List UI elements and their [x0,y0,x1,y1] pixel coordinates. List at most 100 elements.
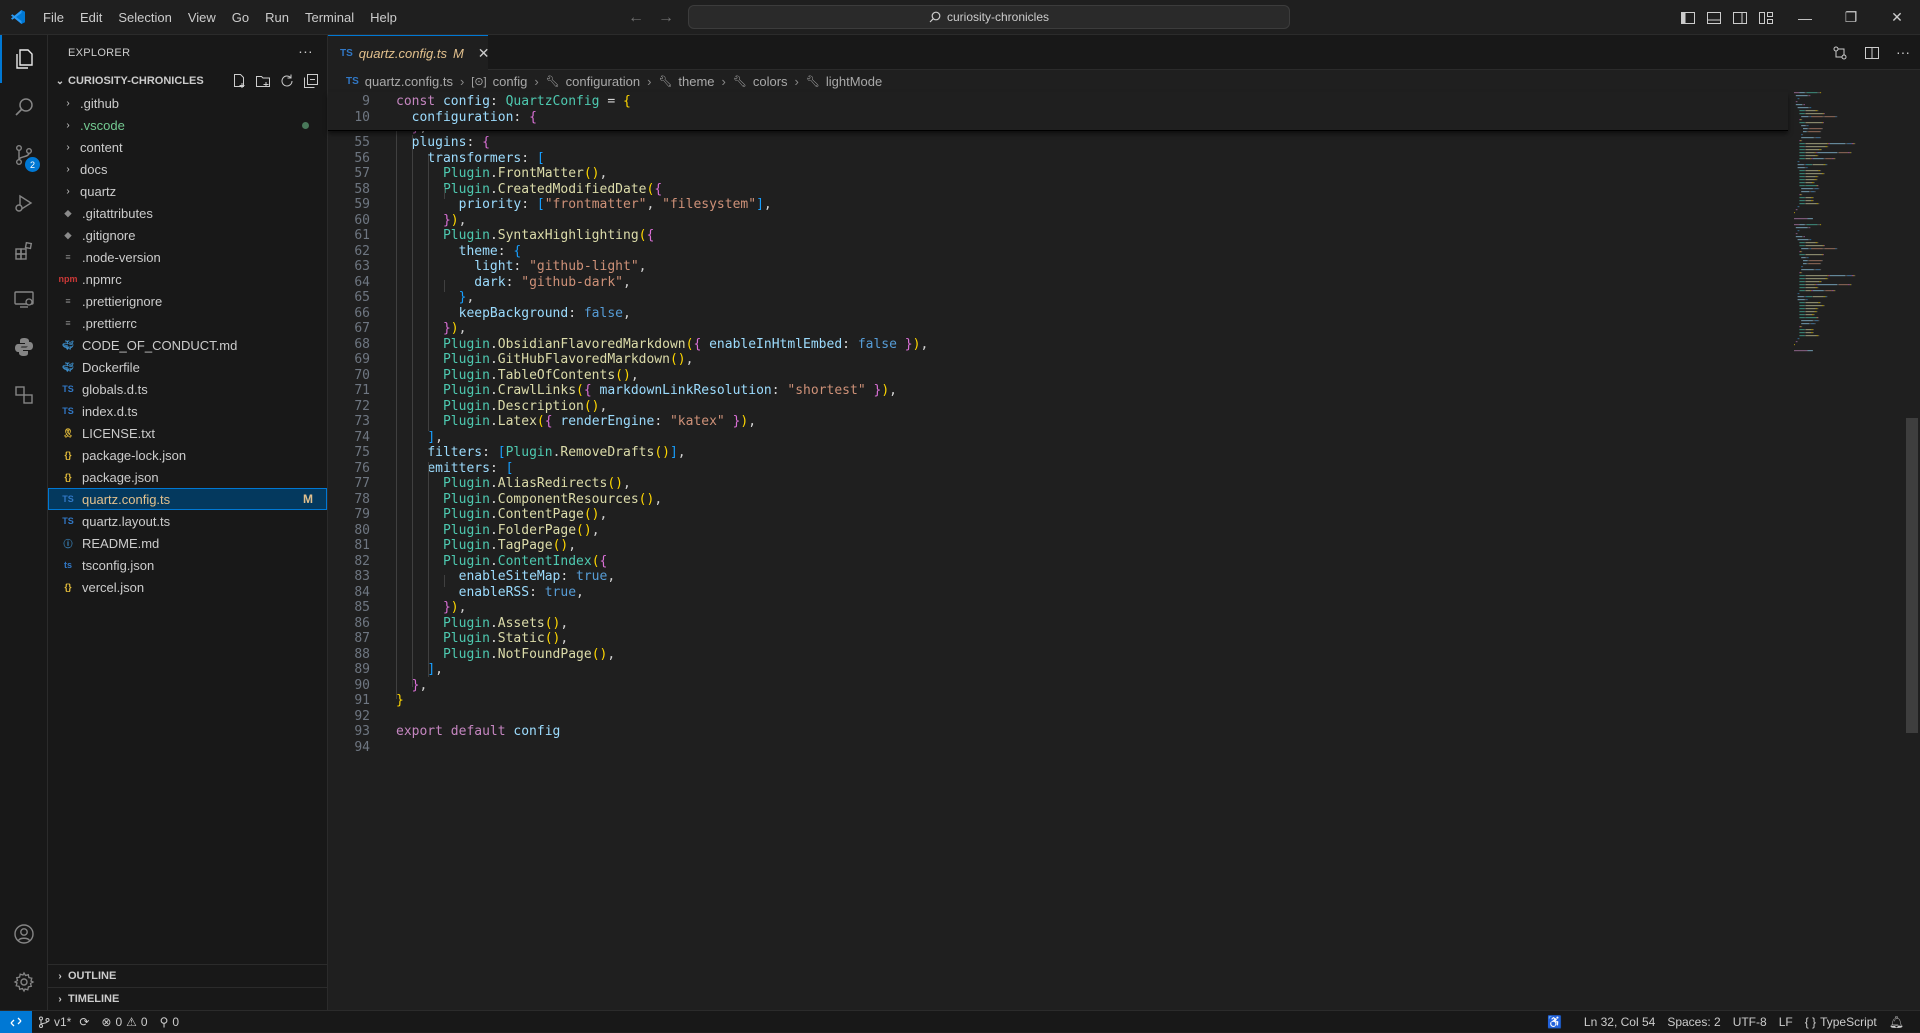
branch-indicator[interactable]: v1* ⟳ [32,1015,95,1029]
breadcrumb-item[interactable]: quartz.config.ts [365,74,453,89]
containers-icon[interactable] [0,371,48,419]
folder-item[interactable]: › .github [48,92,327,114]
folder-item[interactable]: › quartz [48,180,327,202]
file-item[interactable]: {} package.json [48,466,327,488]
file-item[interactable]: ≡ .prettierignore [48,290,327,312]
remote-indicator[interactable] [0,1010,32,1033]
accessibility-icon[interactable]: ♿ [1541,1015,1568,1029]
menu-item-run[interactable]: Run [257,0,297,35]
file-item[interactable]: {} vercel.json [48,576,327,598]
toggle-panel-icon[interactable] [1706,10,1722,26]
workspace-folder-header[interactable]: ⌄ CURIOSITY-CHRONICLES [48,70,327,92]
file-item[interactable]: ⓘ README.md [48,532,327,554]
more-actions-icon[interactable]: ··· [1896,45,1912,61]
file-item[interactable]: 🐳︎ Dockerfile [48,356,327,378]
file-item[interactable]: 🐳︎ CODE_OF_CONDUCT.md [48,334,327,356]
split-editor-icon[interactable] [1864,45,1880,61]
menu-item-view[interactable]: View [180,0,224,35]
sticky-scroll[interactable]: 9 const config: QuartzConfig = {10 config… [328,92,1788,131]
file-item[interactable]: ≡ .prettierrc [48,312,327,334]
timeline-title: TIMELINE [68,993,120,1005]
problems-indicator[interactable]: ⊗ 0 ⚠ 0 [95,1015,153,1029]
editor-tabs: TS quartz.config.ts M ✕ ··· [328,35,1920,70]
toggle-primary-sidebar-icon[interactable] [1680,10,1696,26]
notifications-bell-icon[interactable]: 🔔︎ [1883,1015,1910,1029]
file-item[interactable]: 🎗︎ LICENSE.txt [48,422,327,444]
folder-item[interactable]: › .vscode [48,114,327,136]
indent-guide [396,104,397,699]
file-item[interactable]: npm .npmrc [48,268,327,290]
command-center-search[interactable]: curiosity-chronicles [688,5,1290,29]
cursor-position[interactable]: Ln 32, Col 54 [1578,1015,1661,1029]
variable-icon: [⊙] [471,75,487,88]
close-window-icon[interactable]: ✕ [1874,0,1920,35]
file-item[interactable]: ◆ .gitignore [48,224,327,246]
file-item[interactable]: TS quartz.config.ts M [48,488,327,510]
line-number: 94 [354,739,370,755]
end-of-line[interactable]: LF [1773,1015,1799,1029]
git-file-icon: ◆ [64,207,72,218]
new-folder-icon[interactable] [255,73,271,89]
more-actions-icon[interactable]: ··· [298,43,313,59]
file-item[interactable]: TS globals.d.ts [48,378,327,400]
refresh-icon[interactable] [279,73,295,89]
menu-item-terminal[interactable]: Terminal [297,0,362,35]
file-item[interactable]: TS index.d.ts [48,400,327,422]
accounts-icon[interactable] [0,910,48,958]
typescript-file-icon: TS [340,47,353,59]
settings-gear-icon[interactable] [0,958,48,1006]
menu-item-edit[interactable]: Edit [72,0,110,35]
menu-item-go[interactable]: Go [224,0,257,35]
menu-item-help[interactable]: Help [362,0,405,35]
customize-layout-icon[interactable] [1758,10,1774,26]
sync-icon[interactable]: ⟳ [79,1015,89,1029]
timeline-section[interactable]: › TIMELINE [48,987,327,1010]
breadcrumb-item[interactable]: theme [678,74,714,89]
code-editor[interactable]: 9 const config: QuartzConfig = {10 config… [328,92,1788,1010]
toggle-secondary-sidebar-icon[interactable] [1732,10,1748,26]
file-item[interactable]: {} package-lock.json [48,444,327,466]
search-icon[interactable] [0,83,48,131]
breadcrumb-item[interactable]: colors [753,74,788,89]
menu-item-selection[interactable]: Selection [110,0,179,35]
editor-actions: ··· [1832,35,1912,70]
remote-explorer-icon[interactable] [0,275,48,323]
file-item[interactable]: ≡ .node-version [48,246,327,268]
encoding[interactable]: UTF-8 [1727,1015,1773,1029]
forward-arrow-icon[interactable]: → [658,9,674,27]
minimize-icon[interactable]: — [1782,0,1828,35]
outline-section[interactable]: › OUTLINE [48,964,327,987]
breadcrumb-item[interactable]: lightMode [826,74,882,89]
tab-quartz-config[interactable]: TS quartz.config.ts M ✕ [328,35,490,70]
new-file-icon[interactable] [231,73,247,89]
file-name: .prettierrc [82,315,137,331]
minimap[interactable] [1790,92,1908,1010]
explorer-icon[interactable] [0,35,48,83]
python-icon[interactable] [0,323,48,371]
extensions-icon[interactable] [0,227,48,275]
activity-bar: 2 [0,35,48,1010]
ports-indicator[interactable]: ⚲ 0 [154,1015,185,1029]
file-item[interactable]: ts tsconfig.json [48,554,327,576]
file-name: quartz.config.ts [82,491,171,507]
breadcrumb-item[interactable]: configuration [566,74,640,89]
folder-item[interactable]: › content [48,136,327,158]
breadcrumb-item[interactable]: config [493,74,528,89]
folder-item[interactable]: › docs [48,158,327,180]
language-mode[interactable]: { } TypeScript [1799,1015,1883,1029]
indentation[interactable]: Spaces: 2 [1661,1015,1726,1029]
file-item[interactable]: TS quartz.layout.ts [48,510,327,532]
vscode-logo-icon [0,0,35,35]
file-item[interactable]: ◆ .gitattributes [48,202,327,224]
restore-icon[interactable]: ❐ [1828,0,1874,35]
explorer-sidebar: EXPLORER ··· ⌄ CURIOSITY-CHRONICLES › .gi… [48,35,328,1010]
back-arrow-icon[interactable]: ← [628,9,644,27]
git-file-icon: ◆ [64,229,72,240]
menu-item-file[interactable]: File [35,0,72,35]
close-tab-icon[interactable]: ✕ [478,45,490,62]
run-debug-icon[interactable] [0,179,48,227]
scrollbar-thumb[interactable] [1906,418,1918,733]
collapse-all-icon[interactable] [303,73,319,89]
source-control-icon[interactable]: 2 [0,131,48,179]
open-changes-icon[interactable] [1832,45,1848,61]
